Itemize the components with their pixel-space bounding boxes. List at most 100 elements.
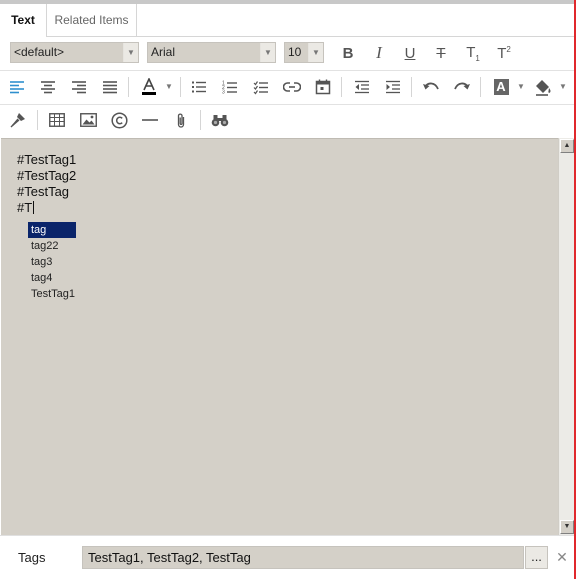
superscript-button[interactable]: T2	[491, 41, 517, 65]
suggestion-item[interactable]: tag3	[28, 254, 88, 270]
chevron-down-icon[interactable]: ▼	[260, 43, 275, 62]
undo-button[interactable]	[418, 75, 444, 99]
redo-icon	[454, 82, 470, 90]
font-size-value: 10	[288, 45, 302, 59]
current-line-text: #T	[17, 200, 33, 215]
toolbar-divider	[200, 110, 201, 130]
superscript-letter: T	[497, 44, 507, 62]
tags-more-button[interactable]: ...	[525, 546, 548, 569]
chevron-down-icon[interactable]: ▼	[559, 75, 567, 99]
tab-bar: Text Related Items	[0, 4, 574, 37]
toolbar-divider	[341, 77, 342, 97]
horizontal-line-icon	[142, 119, 158, 121]
subscript-button[interactable]: T1	[460, 41, 486, 65]
find-button[interactable]	[207, 108, 233, 132]
italic-button[interactable]: I	[366, 41, 392, 65]
format-toolbar: <default> ▼ Arial ▼ 10 ▼ B I U T T1 T2	[0, 37, 574, 71]
tab-related-items[interactable]: Related Items	[47, 4, 137, 36]
editor-line: #TestTag	[17, 184, 70, 199]
align-center-button[interactable]	[35, 75, 61, 99]
tag-suggestion-list: tag tag22 tag3 tag4 TestTag1	[28, 222, 88, 302]
chevron-down-icon[interactable]: ▼	[517, 75, 525, 99]
suggestion-item[interactable]: TestTag1	[28, 286, 88, 302]
chevron-down-icon[interactable]: ▼	[308, 43, 323, 62]
tab-text[interactable]: Text	[0, 4, 47, 37]
image-icon	[79, 113, 97, 127]
insert-horizontal-line-button[interactable]	[137, 108, 163, 132]
align-left-icon	[10, 81, 24, 94]
insert-table-button[interactable]	[44, 108, 70, 132]
item-editor-window: Text Related Items <default> ▼ Arial ▼ 1…	[0, 0, 576, 580]
bold-button[interactable]: B	[335, 41, 361, 65]
scroll-up-button[interactable]: ▲	[560, 139, 574, 153]
align-right-button[interactable]	[66, 75, 92, 99]
subscript-mark: 1	[475, 53, 480, 63]
bullet-list-button[interactable]	[186, 75, 212, 99]
superscript-icon: T2	[497, 45, 511, 62]
text-caret	[33, 201, 35, 214]
underline-button[interactable]: U	[397, 41, 423, 65]
strikethrough-icon: T	[436, 44, 446, 62]
paragraph-toolbar: ▼ 123 A ▼ ▼	[0, 71, 574, 105]
insert-date-button[interactable]	[310, 75, 336, 99]
tags-field[interactable]: TestTag1, TestTag2, TestTag	[82, 546, 524, 569]
italic-icon: I	[376, 43, 382, 62]
insert-attachment-button[interactable]	[168, 108, 194, 132]
font-size-select[interactable]: 10 ▼	[284, 42, 324, 63]
format-painter-icon	[10, 113, 25, 128]
format-painter-button[interactable]	[5, 108, 31, 132]
tags-label: Tags	[18, 550, 46, 565]
editor-line: #TestTag1	[17, 152, 77, 167]
scroll-down-button[interactable]: ▼	[560, 520, 574, 534]
style-select[interactable]: <default> ▼	[10, 42, 139, 63]
toolbar-divider	[37, 110, 38, 130]
link-icon	[283, 82, 301, 92]
paint-bucket-icon	[535, 79, 551, 96]
align-right-icon	[72, 81, 86, 94]
justify-icon	[103, 81, 117, 94]
svg-text:3: 3	[222, 89, 225, 95]
note-editor[interactable]: #TestTag1 #TestTag2 #TestTag #T tag tag2…	[1, 138, 558, 536]
toolbar-divider	[480, 77, 481, 97]
font-select[interactable]: Arial ▼	[147, 42, 276, 63]
align-center-icon	[41, 81, 55, 94]
style-select-value: <default>	[14, 45, 65, 59]
text-highlight-button[interactable]: A	[488, 75, 514, 99]
toolbar-divider	[180, 77, 181, 97]
editor-scrollbar[interactable]: ▲ ▼	[558, 138, 574, 535]
font-select-value: Arial	[151, 45, 176, 59]
suggestion-item[interactable]: tag4	[28, 270, 88, 286]
font-color-button[interactable]	[136, 75, 162, 99]
paperclip-icon	[177, 113, 185, 128]
undo-icon	[423, 82, 439, 90]
fill-color-button[interactable]	[530, 75, 556, 99]
copyright-icon	[110, 111, 128, 129]
justify-button[interactable]	[97, 75, 123, 99]
chevron-down-icon[interactable]: ▼	[123, 43, 138, 62]
insert-link-button[interactable]	[279, 75, 305, 99]
binoculars-icon	[211, 114, 229, 126]
redo-button[interactable]	[449, 75, 475, 99]
insert-symbol-button[interactable]	[106, 108, 132, 132]
underline-icon: U	[404, 44, 416, 62]
numbered-list-icon: 123	[222, 80, 237, 95]
insert-image-button[interactable]	[75, 108, 101, 132]
insert-toolbar	[0, 105, 574, 137]
align-left-button[interactable]	[4, 75, 30, 99]
strikethrough-button[interactable]: T	[428, 41, 454, 65]
subscript-letter: T	[466, 43, 476, 61]
toolbar-divider	[411, 77, 412, 97]
toolbar-divider	[128, 77, 129, 97]
close-icon[interactable]: ✕	[554, 549, 570, 565]
numbered-list-button[interactable]: 123	[217, 75, 243, 99]
checklist-icon	[253, 80, 268, 94]
decrease-indent-button[interactable]	[349, 75, 375, 99]
suggestion-item[interactable]: tag22	[28, 238, 88, 254]
suggestion-item-selected[interactable]: tag	[28, 222, 76, 238]
tags-bar: Tags TestTag1, TestTag2, TestTag ... ✕	[0, 535, 574, 580]
editor-line: #TestTag2	[17, 168, 77, 183]
bullet-list-icon	[192, 81, 206, 93]
increase-indent-button[interactable]	[380, 75, 406, 99]
chevron-down-icon[interactable]: ▼	[165, 75, 173, 99]
checklist-button[interactable]	[248, 75, 274, 99]
